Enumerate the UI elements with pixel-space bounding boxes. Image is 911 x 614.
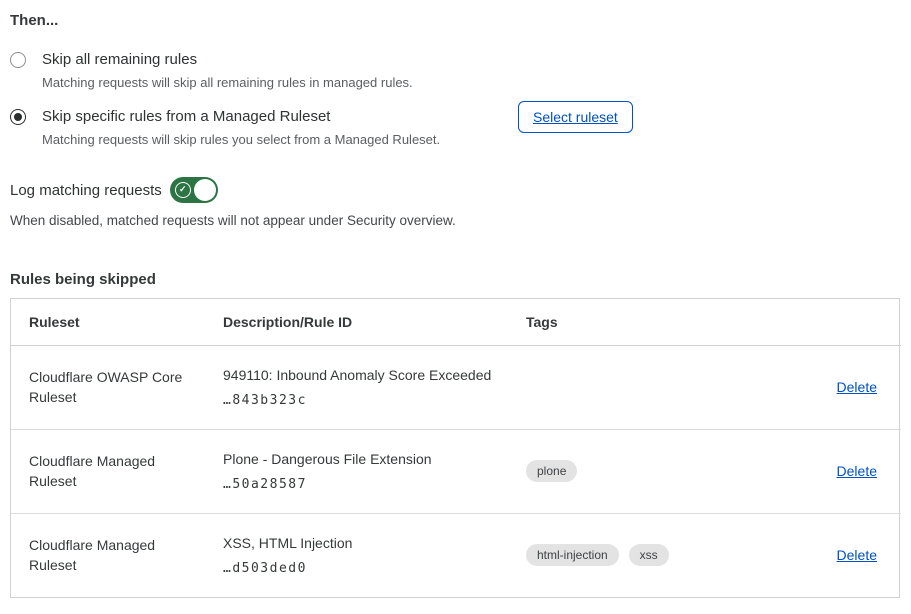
waf-rule-action-panel: Then... Skip all remaining rules Matchin… bbox=[0, 0, 911, 598]
rule-description-cell: Plone - Dangerous File Extension …50a285… bbox=[223, 429, 526, 513]
then-heading: Then... bbox=[10, 12, 900, 29]
table-row: Cloudflare Managed Ruleset XSS, HTML Inj… bbox=[11, 513, 901, 597]
log-matching-requests-description: When disabled, matched requests will not… bbox=[10, 212, 900, 229]
rule-description: 949110: Inbound Anomaly Score Exceeded bbox=[223, 367, 526, 384]
rule-id: …843b323c bbox=[223, 393, 526, 408]
log-matching-requests-toggle[interactable]: ✓ bbox=[170, 177, 218, 203]
rule-tags-cell: html-injection xss bbox=[526, 513, 756, 597]
rule-description: XSS, HTML Injection bbox=[223, 535, 526, 552]
option-label: Skip specific rules from a Managed Rules… bbox=[42, 107, 440, 126]
option-text: Skip specific rules from a Managed Rules… bbox=[42, 107, 440, 148]
rule-tags-cell bbox=[526, 345, 756, 429]
rules-table-container: Ruleset Description/Rule ID Tags Cloudfl… bbox=[10, 298, 900, 598]
column-header-actions bbox=[756, 299, 901, 345]
table-row: Cloudflare OWASP Core Ruleset 949110: In… bbox=[11, 345, 901, 429]
radio-button-selected[interactable] bbox=[10, 109, 26, 125]
log-matching-requests-label: Log matching requests bbox=[10, 182, 162, 199]
rule-id: …d503ded0 bbox=[223, 561, 526, 576]
option-label: Skip all remaining rules bbox=[42, 50, 413, 69]
rule-description-cell: XSS, HTML Injection …d503ded0 bbox=[223, 513, 526, 597]
table-row: Cloudflare Managed Ruleset Plone - Dange… bbox=[11, 429, 901, 513]
tag-pill: plone bbox=[526, 460, 577, 482]
delete-rule-link[interactable]: Delete bbox=[837, 379, 877, 395]
rule-id: …50a28587 bbox=[223, 477, 526, 492]
radio-button-unselected[interactable] bbox=[10, 52, 26, 68]
ruleset-name: Cloudflare Managed Ruleset bbox=[11, 513, 223, 597]
rules-being-skipped-heading: Rules being skipped bbox=[10, 271, 900, 288]
ruleset-name: Cloudflare OWASP Core Ruleset bbox=[11, 345, 223, 429]
rule-actions-cell: Delete bbox=[756, 513, 901, 597]
select-ruleset-button[interactable]: Select ruleset bbox=[518, 101, 633, 133]
rule-actions-cell: Delete bbox=[756, 429, 901, 513]
check-icon: ✓ bbox=[175, 182, 191, 198]
delete-rule-link[interactable]: Delete bbox=[837, 547, 877, 563]
column-header-tags: Tags bbox=[526, 299, 756, 345]
tag-pill: xss bbox=[629, 544, 669, 566]
ruleset-name: Cloudflare Managed Ruleset bbox=[11, 429, 223, 513]
rule-actions-cell: Delete bbox=[756, 345, 901, 429]
option-text: Skip all remaining rules Matching reques… bbox=[42, 50, 413, 91]
column-header-description-rule-id: Description/Rule ID bbox=[223, 299, 526, 345]
option-description: Matching requests will skip rules you se… bbox=[42, 132, 440, 148]
tag-pill: html-injection bbox=[526, 544, 619, 566]
log-matching-requests-row: Log matching requests ✓ bbox=[10, 177, 900, 203]
rule-tags-cell: plone bbox=[526, 429, 756, 513]
table-header-row: Ruleset Description/Rule ID Tags bbox=[11, 299, 901, 345]
column-header-ruleset: Ruleset bbox=[11, 299, 223, 345]
toggle-knob[interactable] bbox=[194, 179, 216, 201]
rule-description: Plone - Dangerous File Extension bbox=[223, 451, 526, 468]
rule-description-cell: 949110: Inbound Anomaly Score Exceeded …… bbox=[223, 345, 526, 429]
delete-rule-link[interactable]: Delete bbox=[837, 463, 877, 479]
rules-being-skipped-table: Ruleset Description/Rule ID Tags Cloudfl… bbox=[11, 299, 901, 597]
radio-option-skip-specific-rules[interactable]: Skip specific rules from a Managed Rules… bbox=[10, 107, 900, 148]
option-description: Matching requests will skip all remainin… bbox=[42, 75, 413, 91]
radio-option-skip-all-remaining-rules[interactable]: Skip all remaining rules Matching reques… bbox=[10, 50, 900, 91]
